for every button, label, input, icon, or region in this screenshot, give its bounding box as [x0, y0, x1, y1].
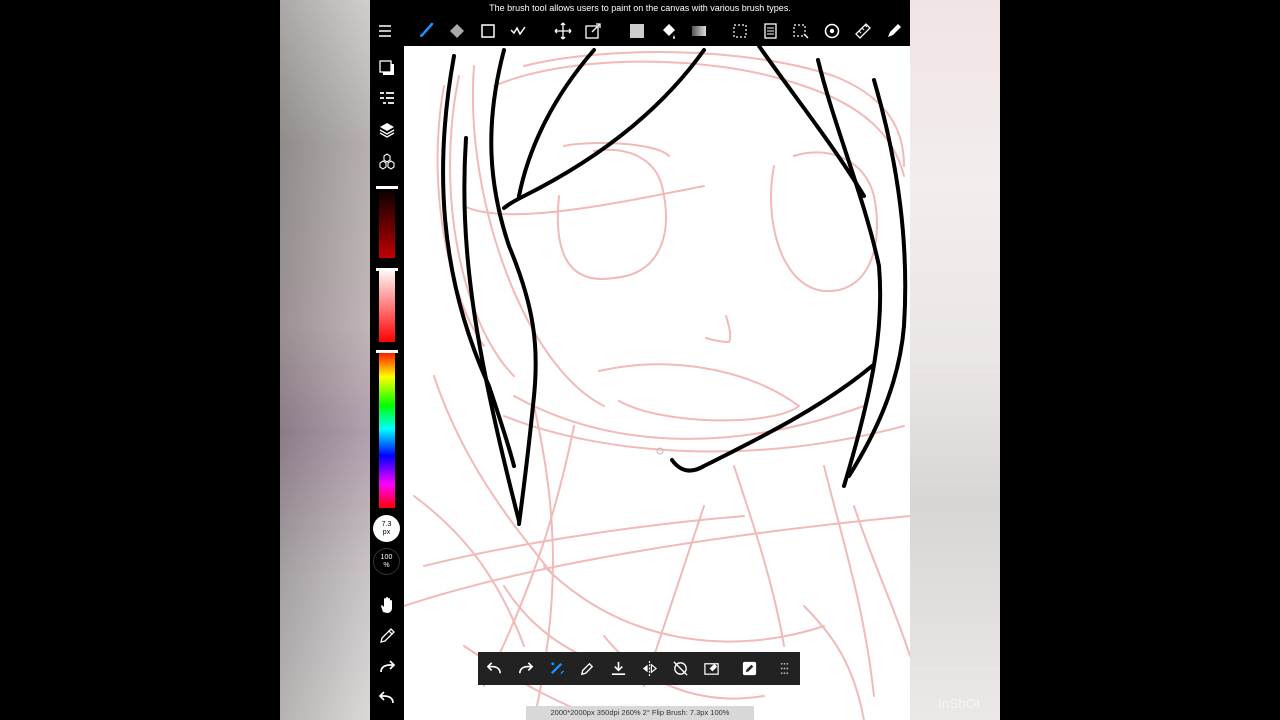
background-blur-right [910, 0, 1000, 720]
select-icon[interactable] [728, 20, 752, 42]
undo-icon[interactable] [375, 687, 399, 709]
top-toolbar [370, 16, 910, 46]
fill-color-icon[interactable] [625, 20, 649, 42]
undo-icon[interactable] [482, 657, 506, 680]
pen-tool-icon[interactable] [575, 657, 599, 680]
lasso-fill-icon[interactable] [506, 20, 530, 42]
stabilizer-icon[interactable] [545, 657, 569, 680]
gradient-icon[interactable] [687, 20, 711, 42]
artwork [404, 46, 910, 720]
color-swatch-icon[interactable] [375, 57, 399, 79]
hue-slider-handle[interactable] [376, 350, 398, 353]
opacity-value: 100 [380, 553, 393, 561]
more-grid-icon[interactable] [772, 657, 796, 680]
paste-icon[interactable] [758, 20, 782, 42]
ruler-icon[interactable] [851, 20, 875, 42]
layers-icon[interactable] [375, 119, 399, 141]
rotate-view-icon[interactable] [820, 20, 844, 42]
tooltip: The brush tool allows users to paint on … [370, 0, 910, 16]
rectangle-icon[interactable] [476, 20, 500, 42]
brush-size-value: 7.3 [381, 520, 392, 528]
drawing-canvas[interactable] [404, 46, 910, 720]
opacity-unit: % [383, 561, 390, 569]
eraser-icon[interactable] [445, 20, 469, 42]
bucket-icon[interactable] [656, 20, 680, 42]
transform-icon[interactable] [581, 20, 605, 42]
watermark: InShOt [938, 696, 981, 711]
brightness-slider[interactable] [376, 186, 398, 258]
pen-icon[interactable] [882, 20, 906, 42]
brush-size-button[interactable]: 7.3 px [373, 515, 400, 542]
redo-icon[interactable] [513, 657, 537, 680]
hand-icon[interactable] [375, 594, 399, 616]
background-blur-left [280, 0, 370, 720]
status-bar: 2000*2000px 350dpi 260% 2° Flip Brush: 7… [526, 706, 754, 720]
saturation-slider-handle[interactable] [376, 268, 398, 271]
clear-layer-icon[interactable] [699, 657, 723, 680]
move-icon[interactable] [551, 20, 575, 42]
left-sidebar: 7.3 px 100 % [370, 46, 404, 720]
saturation-slider[interactable] [376, 268, 398, 342]
snap-off-icon[interactable] [668, 657, 692, 680]
menu-icon[interactable] [373, 20, 397, 42]
brush-size-unit: px [382, 528, 391, 536]
select-dashed-icon[interactable] [789, 20, 813, 42]
bottom-toolbar [478, 652, 800, 685]
hue-slider[interactable] [376, 350, 398, 508]
lineart-layer [441, 46, 908, 526]
layer-properties-icon[interactable] [375, 88, 399, 110]
opacity-button[interactable]: 100 % [373, 548, 400, 575]
eyedropper-icon[interactable] [375, 625, 399, 647]
redo-icon[interactable] [375, 656, 399, 678]
flip-icon[interactable] [637, 657, 661, 680]
drawing-app: The brush tool allows users to paint on … [370, 0, 910, 720]
brightness-slider-handle[interactable] [376, 186, 398, 189]
edit-icon[interactable] [737, 657, 761, 680]
brush-icon[interactable] [414, 20, 438, 42]
materials-icon[interactable] [375, 151, 399, 173]
download-icon[interactable] [606, 657, 630, 680]
